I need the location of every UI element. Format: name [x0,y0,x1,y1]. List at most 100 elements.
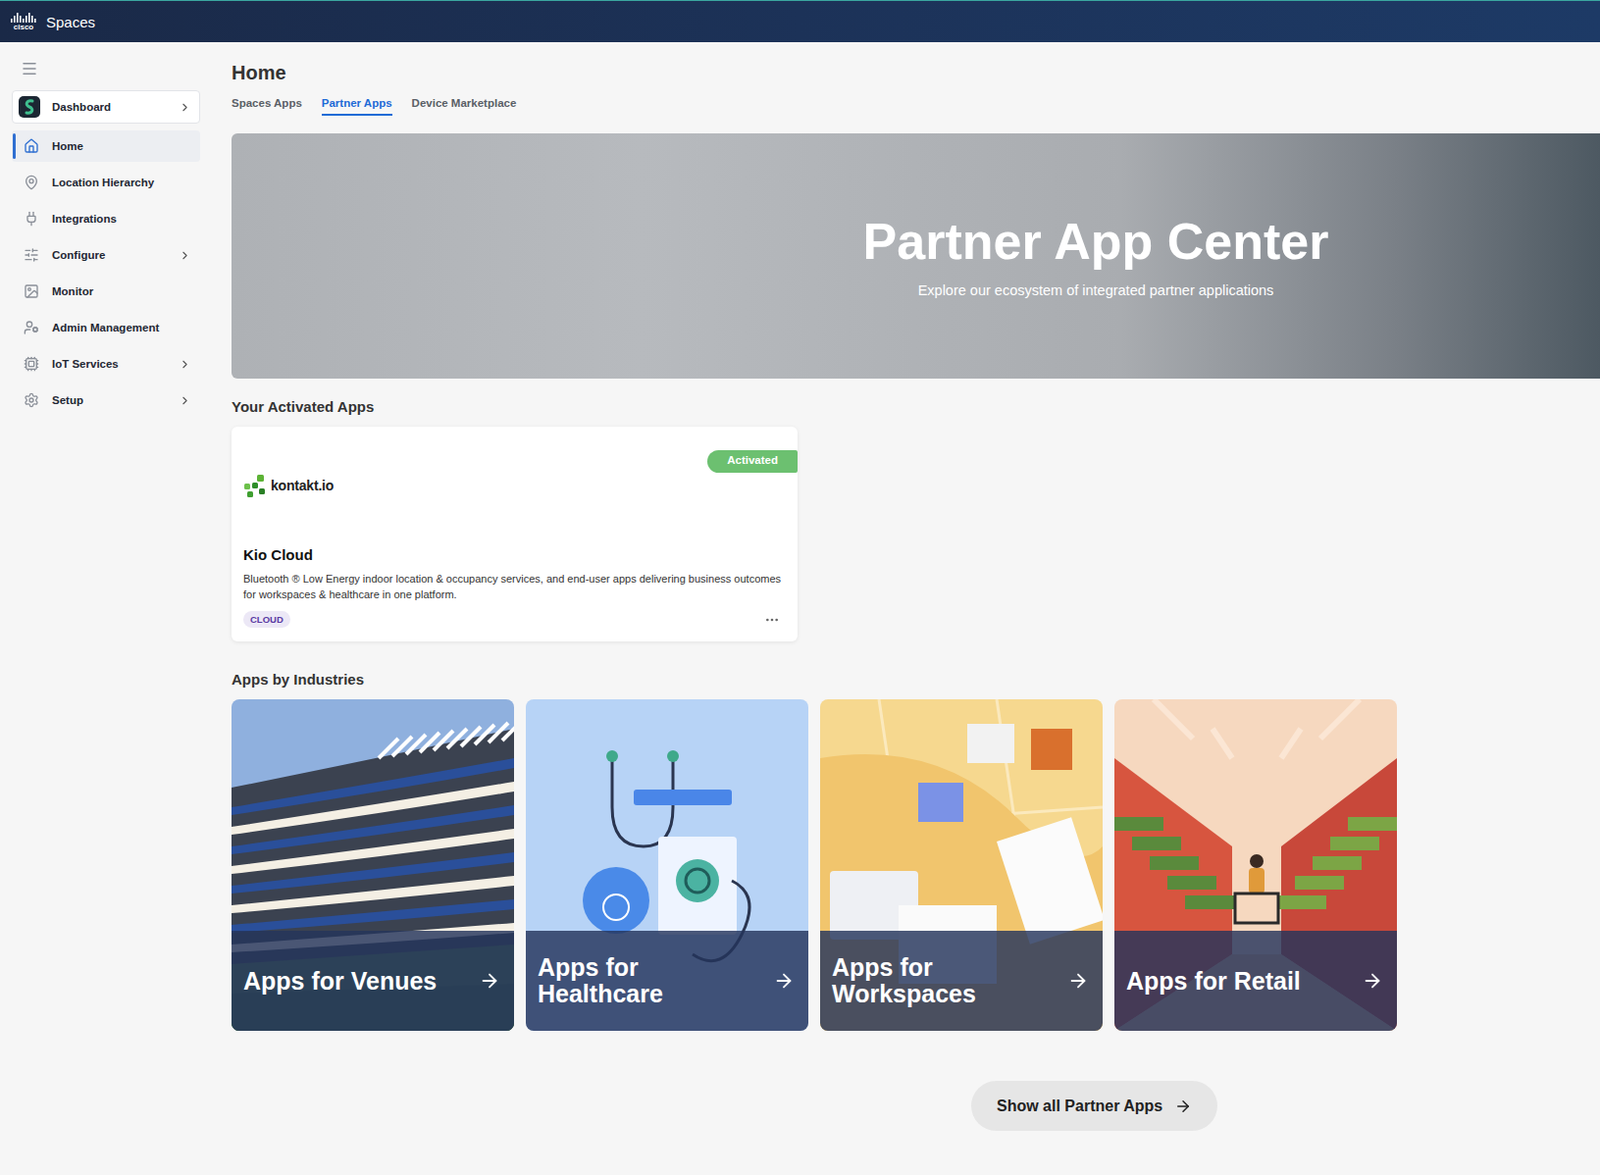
arrow-box [773,970,795,992]
cisco-logo-text: cisco [13,23,34,32]
tile-label: Apps for Venues [243,968,437,995]
sidebar-label: Admin Management [51,321,192,334]
sidebar-item-icon [23,392,40,409]
arrow-right-icon [1361,970,1384,992]
hero-subtitle: Explore our ecosystem of integrated part… [918,282,1275,299]
arrow-right-icon [773,970,795,992]
sidebar-item-icon [23,319,40,336]
sidebar: Dashboard Home Location Hierarchy Integrati… [0,42,208,1175]
brand-name: Spaces [46,13,96,31]
chevron-right-icon [178,394,192,408]
sidebar-item-icon [23,210,40,227]
page-title: Home [231,61,1600,84]
sidebar-label: Integrations [51,212,192,225]
industry-tile[interactable]: Apps for Healthcare [525,699,809,1032]
sidebar-icon-box [22,209,41,228]
chevron-right-icon [178,101,192,114]
kontakt-logo-icon [243,472,269,499]
sidebar-label: Setup [51,394,167,407]
section-heading: Apps by Industries [231,670,1600,688]
arrow-right-icon [1067,970,1089,992]
sidebar-item-icon [23,247,40,263]
sidebar-item[interactable]: Integrations [11,203,201,235]
tile-caption: Apps for Healthcare [525,930,809,1032]
sidebar-label: Home [51,140,192,153]
tab-bar: Spaces Apps Partner Apps Device Marketplac… [231,95,1600,116]
workspace-selector[interactable]: Dashboard [11,90,201,124]
tile-label: Apps for Healthcare [537,954,734,1008]
app-name: Kio Cloud [243,546,786,564]
app-tag: CLOUD [243,611,291,628]
sidebar-icon-box [22,137,41,155]
arrow-box [1067,970,1089,992]
sidebar-item[interactable]: Monitor [11,275,201,308]
sidebar-icon-box [22,355,41,373]
chevron-right-icon [178,358,192,371]
sidebar-label: Configure [51,249,167,261]
industry-grid: Apps for Venues Apps for Healthcare Apps f… [231,699,1600,1032]
sidebar-item[interactable]: IoT Services [11,348,201,380]
main-content: Home Spaces Apps Partner Apps Device Market… [207,42,1600,1175]
sidebar-label: Monitor [51,285,192,298]
industry-tile[interactable]: Apps for Venues [231,699,515,1032]
arrow-right-icon [478,970,501,992]
arrow-right-icon [1174,1097,1192,1116]
chevron-right-icon [178,249,192,262]
sidebar-icon-box [22,282,41,301]
tile-label: Apps for Workspaces [831,954,1029,1008]
sidebar-label: Location Hierarchy [51,176,192,189]
sidebar-icon-box [22,246,41,264]
industry-tile[interactable]: Apps for Retail [1114,699,1397,1032]
workspace-avatar-icon [18,96,41,118]
sidebar-icon-box [22,318,41,337]
sidebar-item-icon [23,356,40,372]
vendor-name: kontakt.io [270,477,334,494]
sidebar-item[interactable]: Home [11,130,201,162]
top-bar: cisco Spaces [0,0,1600,43]
app-page: cisco Spaces Dashboard Home Location Hierarc… [0,0,1600,1175]
sidebar-icon-box [22,173,41,192]
tab[interactable]: Device Marketplace [412,95,517,116]
more-button[interactable] [758,612,786,628]
menu-button[interactable] [15,57,44,80]
section-heading: Your Activated Apps [231,398,1600,415]
chevron-box [178,101,192,114]
industry-tile[interactable]: Apps for Workspaces [820,699,1103,1032]
arrow-box [478,970,501,992]
tab[interactable]: Partner Apps [321,95,393,116]
chevron-box [178,394,192,408]
sidebar-list: Dashboard Home Location Hierarchy Integrati… [11,90,201,416]
cisco-logo[interactable]: cisco [10,11,37,32]
tile-caption: Apps for Venues [231,930,515,1032]
sidebar-item[interactable]: Admin Management [11,311,201,344]
hero-banner: Partner App Center Explore our ecosystem … [231,133,1600,379]
tile-caption: Apps for Retail [1114,930,1397,1032]
tab[interactable]: Spaces Apps [231,95,303,116]
more-icon [764,612,780,628]
arrow-box [1361,970,1384,992]
sidebar-icon-box [22,391,41,410]
status-badge: Activated [707,450,798,473]
show-all-button[interactable]: Show all Partner Apps [971,1081,1218,1132]
app-body: Dashboard Home Location Hierarchy Integrati… [0,42,1600,1175]
card-footer: CLOUD [243,611,786,628]
sidebar-item-icon [23,138,40,155]
sidebar-item-icon [23,283,40,300]
tile-label: Apps for Retail [1126,968,1301,995]
app-description: Bluetooth ® Low Energy indoor location &… [243,570,786,603]
chevron-box [178,249,192,262]
sidebar-item-icon [23,174,40,191]
sidebar-item[interactable]: Location Hierarchy [11,166,201,199]
sidebar-label: Dashboard [51,101,167,113]
cisco-bars-icon [10,11,37,23]
hero-title: Partner App Center [863,213,1330,270]
sidebar-item[interactable]: Configure [11,239,201,271]
tile-caption: Apps for Workspaces [820,930,1103,1032]
sidebar-label: IoT Services [51,358,167,370]
chevron-box [178,358,192,371]
sidebar-item[interactable]: Setup [11,384,201,416]
hero-text: Partner App Center Explore our ecosystem … [863,213,1330,298]
vendor-logo: kontakt.io [243,465,786,506]
hamburger-icon [20,59,39,78]
app-card[interactable]: Activated kontakt.io Kio Cloud Bluetooth ® … [231,426,798,642]
